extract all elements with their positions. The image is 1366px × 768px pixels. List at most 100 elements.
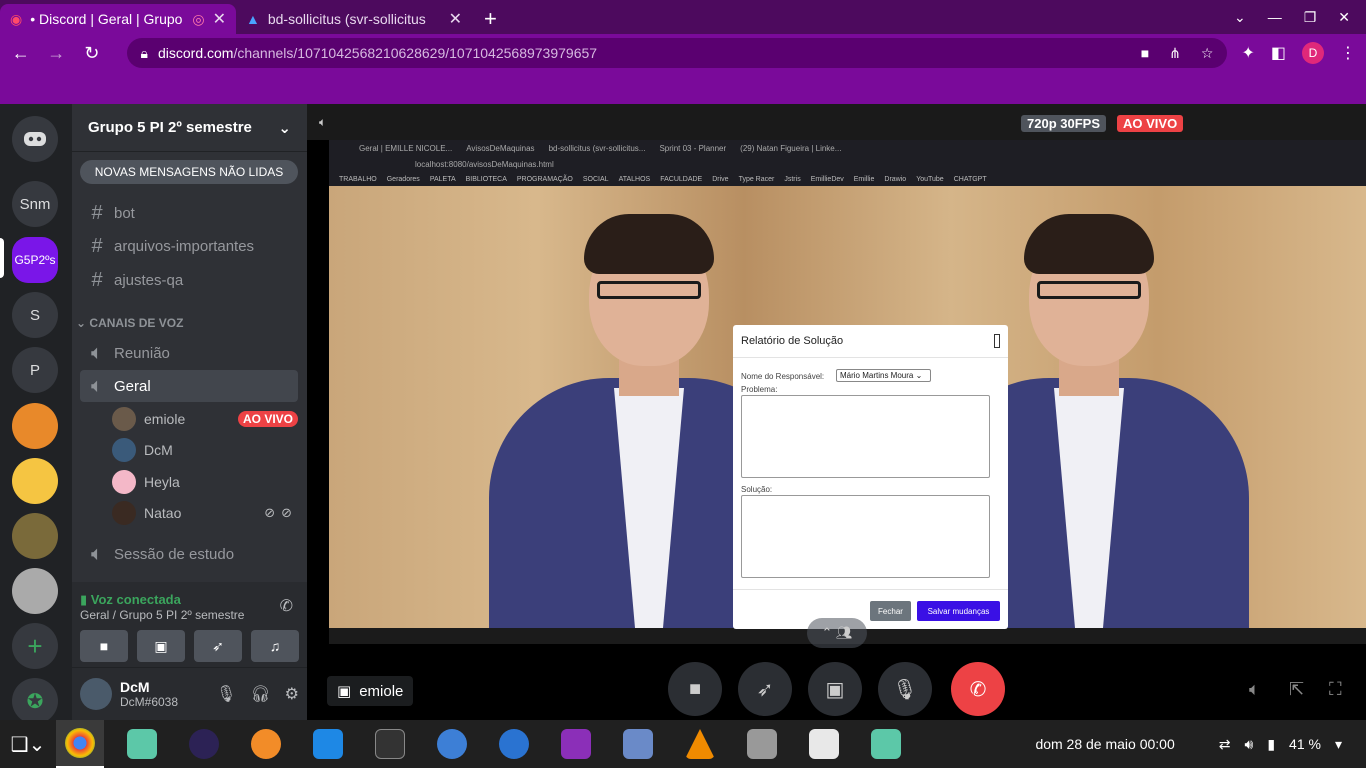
launcher-icon[interactable]: ❑⌄ (0, 720, 56, 768)
channel-arquivos-importantes[interactable]: # arquivos-importantes (80, 230, 298, 262)
explore-compass-icon[interactable]: ✪ (12, 678, 58, 724)
fullscreen-icon[interactable]: ⛶ (1329, 679, 1342, 700)
eclipse-app[interactable] (180, 720, 228, 768)
voice-user-heyla[interactable]: Heyla (112, 467, 298, 497)
tab-bd-sollicitus[interactable]: ▲ bd-sollicitus (svr-sollicitus ✕ (236, 4, 472, 34)
tools-app[interactable] (738, 720, 786, 768)
menu-kebab-icon[interactable]: ⋮ (1340, 43, 1356, 63)
tab-search-icon[interactable]: ⌄ (1234, 9, 1246, 26)
gear-icon[interactable]: ⚙ (285, 684, 299, 704)
shared-tab: bd-sollicitus (svr-sollicitus... (548, 144, 646, 153)
popout-icon[interactable]: ⇱ (1289, 679, 1304, 700)
channel-ajustes-qa[interactable]: # ajustes-qa (80, 264, 298, 296)
close-window-button[interactable]: ✕ (1338, 9, 1350, 26)
stream-stage: 🔈︎ 720p 30FPS AO VIVO Geral | EMILLE NIC… (307, 104, 1366, 720)
voice-category[interactable]: ⌄ CANAIS DE VOZ (76, 316, 183, 330)
tab-discord[interactable]: ◉ • Discord | Geral | Grupo 5 PI 2º seme… (0, 4, 236, 34)
share-icon[interactable]: ⋔ (1169, 45, 1181, 62)
voice-channel-sessao[interactable]: 🔈︎ Sessão de estudo (80, 538, 298, 570)
leave-call-button[interactable]: ✆ (951, 662, 1005, 716)
save-changes-button[interactable]: Salvar mudanças (917, 601, 1000, 621)
camera-icon[interactable]: ■ (1141, 45, 1149, 62)
vscode-app[interactable] (304, 720, 352, 768)
box-app[interactable] (118, 720, 166, 768)
terminal-app[interactable] (366, 720, 414, 768)
voice-user-natao[interactable]: Natao ⊘⊘ (112, 498, 298, 528)
tab-title: bd-sollicitus (svr-sollicitus (267, 11, 426, 27)
guild-p[interactable]: P (12, 347, 58, 393)
soundboard-button[interactable]: ♫ (251, 630, 299, 662)
close-modal-button[interactable]: Fechar (870, 601, 911, 621)
bookmark-star-icon[interactable]: ☆ (1201, 45, 1214, 62)
voice-channel-reuniao[interactable]: 🔈︎ Reunião (80, 337, 298, 369)
microphone-icon[interactable]: 🎙︎ (216, 684, 236, 704)
screen-share-button[interactable]: ▣ (137, 630, 185, 662)
network-icon[interactable]: ⇄ (1219, 736, 1231, 753)
files-app[interactable] (614, 720, 662, 768)
voice-status[interactable]: ▮ Voz conectada (80, 592, 181, 608)
solution-textarea[interactable] (741, 495, 990, 578)
voice-user-dcm[interactable]: DcM (112, 435, 298, 465)
new-tab-button[interactable]: + (484, 4, 497, 34)
voice-location[interactable]: Geral / Grupo 5 PI 2º semestre (80, 608, 244, 622)
address-bar[interactable]: 🔒︎ discord.com/channels/1071042568210628… (126, 38, 1228, 68)
unread-messages-banner[interactable]: NOVAS MENSAGENS NÃO LIDAS (80, 160, 298, 184)
chevron-down-icon[interactable]: ▾ (1335, 736, 1342, 753)
mic-button[interactable]: 🎙︎ (878, 662, 932, 716)
server-header[interactable]: Grupo 5 PI 2º semestre ⌄ (72, 104, 307, 152)
guild-yellow-icon[interactable] (12, 458, 58, 504)
show-participants-button[interactable]: ⌃ 👥︎ (807, 618, 867, 648)
voice-channel-geral[interactable]: 🔈︎ Geral (80, 370, 298, 402)
extensions-icon[interactable]: ✦ (1241, 43, 1254, 63)
camera-button[interactable]: ■ (668, 662, 722, 716)
accessibility-app[interactable] (490, 720, 538, 768)
mail-app[interactable] (428, 720, 476, 768)
guild-snm[interactable]: Snm (12, 181, 58, 227)
add-server-icon[interactable]: + (12, 623, 58, 669)
shared-screen[interactable]: Geral | EMILLE NICOLE... AvisosDeMaquina… (329, 140, 1366, 644)
audio-indicator-icon[interactable]: ◎ (192, 11, 204, 28)
restore-button[interactable]: ❐ (1304, 9, 1317, 26)
guild-s[interactable]: S (12, 292, 58, 338)
reload-button[interactable]: ↻ (81, 43, 103, 64)
profile-avatar[interactable]: D (1302, 42, 1324, 64)
activity-button[interactable]: ➶ (738, 662, 792, 716)
chevron-down-icon: ⌄ (278, 119, 291, 137)
activity-button[interactable]: ➶ (194, 630, 242, 662)
channel-label: Sessão de estudo (114, 545, 235, 563)
guild-photo-icon[interactable] (12, 568, 58, 614)
headphones-icon[interactable]: 🎧︎ (250, 684, 270, 704)
volume-icon[interactable]: 🔈︎ (1249, 679, 1260, 700)
close-icon[interactable]: ✕ (213, 9, 226, 29)
chrome-app[interactable] (56, 720, 104, 768)
volume-icon[interactable]: 🔊︎ (1245, 736, 1254, 753)
channel-bot[interactable]: # bot (80, 197, 298, 229)
close-icon[interactable]: ✕ (449, 9, 462, 29)
file-cabinet-icon (623, 729, 653, 759)
back-button[interactable]: ← (10, 43, 32, 64)
disconnect-icon[interactable]: ✆ (280, 596, 293, 616)
guild-grupo5[interactable]: G5P2ºs (12, 237, 58, 283)
clock[interactable]: dom 28 de maio 00:00 (1035, 736, 1174, 752)
guild-painting-icon[interactable] (12, 513, 58, 559)
screen-icon: ▣ (337, 683, 352, 700)
close-button[interactable] (994, 334, 1000, 348)
problem-textarea[interactable] (741, 395, 990, 478)
guild-orange-icon[interactable] (12, 403, 58, 449)
battery-icon[interactable]: ▮ (1267, 736, 1275, 753)
screen-share-button[interactable]: ▣ (808, 662, 862, 716)
postman-app[interactable] (242, 720, 290, 768)
voice-user-emiole[interactable]: emiole AO VIVO (112, 404, 298, 434)
discord-home-icon[interactable] (12, 116, 58, 162)
text-editor-app[interactable] (800, 720, 848, 768)
box2-app[interactable] (862, 720, 910, 768)
shared-url: localhost:8080/avisosDeMaquinas.html (415, 160, 554, 169)
minimize-button[interactable]: — (1268, 9, 1282, 25)
notes-app[interactable] (552, 720, 600, 768)
side-panel-icon[interactable]: ◧ (1271, 43, 1286, 63)
avatar[interactable] (80, 678, 112, 710)
responsible-select[interactable]: Mário Martins Moura ⌄ (836, 369, 931, 382)
vlc-app[interactable] (676, 720, 724, 768)
forward-button[interactable]: → (46, 43, 68, 64)
video-button[interactable]: ■ (80, 630, 128, 662)
